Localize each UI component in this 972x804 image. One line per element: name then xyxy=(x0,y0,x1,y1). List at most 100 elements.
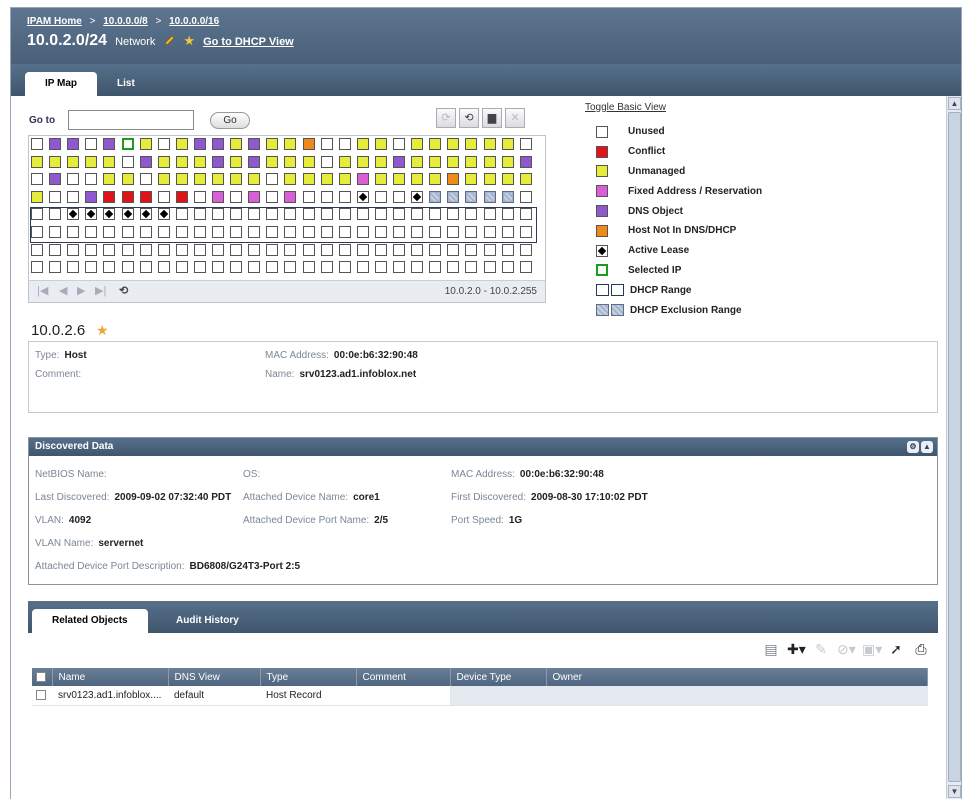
ip-cell-unmanaged[interactable] xyxy=(193,173,206,186)
edit-icon[interactable]: ✎ xyxy=(812,641,830,658)
ip-cell-unmanaged[interactable] xyxy=(121,173,134,186)
ip-cell-unused[interactable] xyxy=(356,243,369,256)
ip-cell-unused[interactable] xyxy=(266,190,279,203)
ip-cell-unused[interactable] xyxy=(230,261,243,274)
ip-cell-unmanaged[interactable] xyxy=(374,173,387,186)
dhcp-view-link[interactable]: Go to DHCP View xyxy=(203,36,294,48)
ip-cell-unused[interactable] xyxy=(393,138,405,150)
ip-cell-unmanaged[interactable] xyxy=(212,173,224,186)
ip-cell-unmanaged[interactable] xyxy=(429,138,442,150)
refresh-disabled-icon[interactable]: ⟳ xyxy=(436,108,456,128)
go-button[interactable]: Go xyxy=(210,112,250,129)
ip-cell-fixed[interactable] xyxy=(212,190,224,203)
ip-cell-unmanaged[interactable] xyxy=(411,155,424,168)
ip-cell-unmanaged[interactable] xyxy=(175,155,188,168)
ip-cell-unused[interactable] xyxy=(193,190,206,203)
tab-ip-map[interactable]: IP Map xyxy=(25,72,97,96)
ip-cell-conflict[interactable] xyxy=(175,190,188,203)
ip-cell-unused[interactable] xyxy=(103,261,116,274)
ip-cell-conflict[interactable] xyxy=(139,190,152,203)
ip-cell-unused[interactable] xyxy=(67,243,80,256)
ip-cell-unmanaged[interactable] xyxy=(447,155,460,168)
ip-cell-unused[interactable] xyxy=(157,138,170,150)
ip-cell-unused[interactable] xyxy=(103,243,116,256)
table-row[interactable]: srv0123.ad1.infoblox.... default Host Re… xyxy=(32,686,928,706)
print-icon[interactable]: ⎙ xyxy=(912,641,930,658)
star-icon[interactable]: ★ xyxy=(183,33,195,49)
ip-cell-dns[interactable] xyxy=(85,190,98,203)
column-header[interactable]: Owner xyxy=(546,668,928,686)
ip-cell-unused[interactable] xyxy=(483,243,496,256)
select-all-checkbox[interactable] xyxy=(32,668,53,686)
ip-cell-exclusion[interactable] xyxy=(501,190,514,203)
ip-cell-unused[interactable] xyxy=(121,243,134,256)
ip-cell-dns[interactable] xyxy=(49,173,62,186)
tab-audit-history[interactable]: Audit History xyxy=(156,609,259,633)
ip-cell-unmanaged[interactable] xyxy=(465,173,478,186)
ip-cell-dns[interactable] xyxy=(519,155,532,168)
ip-cell-unused[interactable] xyxy=(266,243,279,256)
ip-cell-unmanaged[interactable] xyxy=(193,155,206,168)
ip-cell-unmanaged[interactable] xyxy=(302,173,315,186)
ip-cell-unused[interactable] xyxy=(85,261,98,274)
ip-cell-unused[interactable] xyxy=(67,190,80,203)
ip-cell-host[interactable] xyxy=(302,138,315,150)
ip-cell-unused[interactable] xyxy=(429,261,442,274)
ip-cell-unused[interactable] xyxy=(139,173,152,186)
ip-cell-unmanaged[interactable] xyxy=(501,138,514,150)
ip-cell-dns[interactable] xyxy=(67,138,80,150)
ip-cell-unused[interactable] xyxy=(374,243,387,256)
ip-cell-unused[interactable] xyxy=(31,261,43,274)
ip-cell-unmanaged[interactable] xyxy=(501,173,514,186)
ip-cell-dns[interactable] xyxy=(248,155,261,168)
add-icon[interactable]: ✚▾ xyxy=(787,641,806,658)
ip-cell-unmanaged[interactable] xyxy=(230,138,243,150)
ip-cell-unmanaged[interactable] xyxy=(103,155,116,168)
ip-cell-unmanaged[interactable] xyxy=(429,173,442,186)
cell-name[interactable]: srv0123.ad1.infoblox.... xyxy=(52,686,168,706)
document-icon[interactable]: ▤ xyxy=(762,641,780,658)
ip-cell-unused[interactable] xyxy=(393,190,405,203)
ip-cell-unmanaged[interactable] xyxy=(483,173,496,186)
ip-cell-unmanaged[interactable] xyxy=(302,155,315,168)
ip-cell-dns[interactable] xyxy=(212,155,224,168)
ip-cell-unused[interactable] xyxy=(139,261,152,274)
ip-cell-unused[interactable] xyxy=(49,243,62,256)
prev-page-icon[interactable]: ◀ xyxy=(59,284,67,297)
ip-cell-unmanaged[interactable] xyxy=(519,173,532,186)
ip-cell-dns[interactable] xyxy=(393,155,405,168)
ip-cell-unused[interactable] xyxy=(67,261,80,274)
breadcrumb-crumb2-link[interactable]: 10.0.0.0/16 xyxy=(169,16,219,27)
ip-cell-exclusion[interactable] xyxy=(465,190,478,203)
open-icon[interactable]: ➚ xyxy=(887,641,905,658)
refresh-grid-icon[interactable]: ⟲ xyxy=(119,284,128,297)
ip-cell-unmanaged[interactable] xyxy=(393,173,405,186)
ip-cell-unused[interactable] xyxy=(465,261,478,274)
ip-cell-unmanaged[interactable] xyxy=(266,138,279,150)
ip-cell-conflict[interactable] xyxy=(103,190,116,203)
ip-cell-unmanaged[interactable] xyxy=(483,155,496,168)
ip-cell-unused[interactable] xyxy=(212,243,224,256)
ip-cell-unused[interactable] xyxy=(230,243,243,256)
ip-cell-unmanaged[interactable] xyxy=(85,155,98,168)
ip-cell-dns[interactable] xyxy=(103,138,116,150)
ip-cell-unused[interactable] xyxy=(85,173,98,186)
ip-cell-unmanaged[interactable] xyxy=(175,138,188,150)
tab-related-objects[interactable]: Related Objects xyxy=(32,609,148,633)
ip-cell-unused[interactable] xyxy=(519,138,532,150)
column-header[interactable]: DNS View xyxy=(168,668,261,686)
ip-cell-unused[interactable] xyxy=(411,243,424,256)
ip-cell-unused[interactable] xyxy=(230,190,243,203)
ip-cell-unmanaged[interactable] xyxy=(411,173,424,186)
ip-cell-unmanaged[interactable] xyxy=(374,138,387,150)
ip-cell-unused[interactable] xyxy=(49,261,62,274)
ip-cell-unmanaged[interactable] xyxy=(31,190,43,203)
breadcrumb-crumb1-link[interactable]: 10.0.0.0/8 xyxy=(103,16,147,27)
ip-cell-unused[interactable] xyxy=(320,190,333,203)
ip-cell-unmanaged[interactable] xyxy=(374,155,387,168)
ip-cell-unused[interactable] xyxy=(284,243,297,256)
ip-cell-unmanaged[interactable] xyxy=(175,173,188,186)
ip-cell-unused[interactable] xyxy=(338,190,351,203)
ip-cell-dns[interactable] xyxy=(193,138,206,150)
ip-cell-unmanaged[interactable] xyxy=(465,138,478,150)
